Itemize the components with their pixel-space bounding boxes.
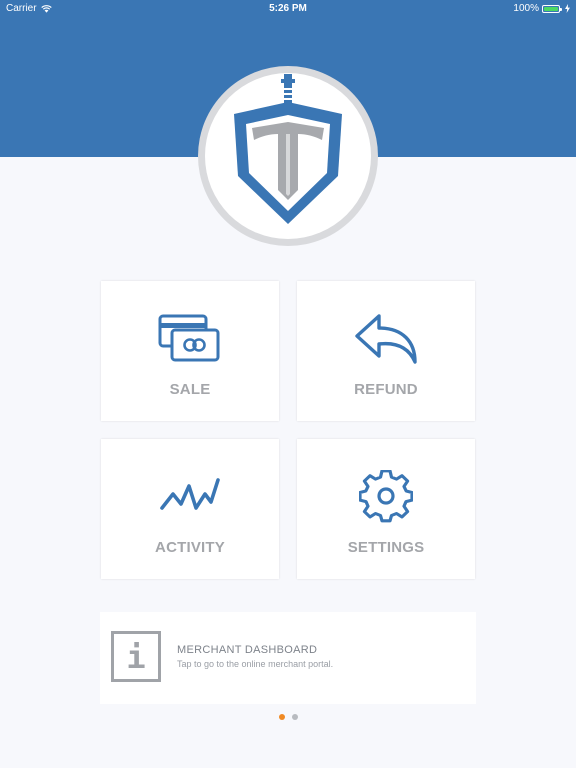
refund-label: REFUND bbox=[354, 381, 418, 398]
refund-button[interactable]: REFUND bbox=[297, 281, 475, 421]
charging-bolt-icon bbox=[565, 4, 570, 13]
sale-icon-wrap bbox=[158, 311, 222, 367]
battery-percent: 100% bbox=[513, 3, 539, 14]
credit-card-icon bbox=[158, 314, 220, 362]
activity-button[interactable]: ACTIVITY bbox=[101, 439, 279, 579]
settings-label: SETTINGS bbox=[347, 539, 425, 556]
battery-icon bbox=[542, 4, 562, 13]
activity-line-icon bbox=[160, 478, 220, 510]
refund-icon-wrap bbox=[353, 311, 419, 367]
status-time: 5:26 PM bbox=[269, 3, 307, 14]
app-logo bbox=[198, 66, 378, 246]
logo-badge bbox=[205, 73, 371, 239]
merchant-title: MERCHANT DASHBOARD bbox=[177, 644, 318, 656]
page-indicator bbox=[0, 714, 576, 720]
battery-group: 100% bbox=[513, 3, 570, 14]
merchant-subtitle: Tap to go to the online merchant portal. bbox=[177, 659, 334, 669]
settings-button[interactable]: SETTINGS bbox=[297, 439, 475, 579]
activity-icon-wrap bbox=[159, 469, 221, 525]
sale-label: SALE bbox=[169, 381, 211, 398]
page-dot-2[interactable] bbox=[291, 714, 298, 720]
info-icon: i bbox=[111, 631, 161, 682]
gear-icon bbox=[359, 470, 413, 523]
shield-sword-logo-icon bbox=[234, 74, 342, 224]
activity-label: ACTIVITY bbox=[155, 539, 225, 556]
status-bar: Carrier 5:26 PM 100% bbox=[0, 0, 576, 18]
reply-arrow-icon bbox=[355, 314, 417, 364]
page-dot-1[interactable] bbox=[278, 714, 285, 720]
settings-icon-wrap bbox=[359, 469, 413, 525]
merchant-dashboard-link[interactable]: i MERCHANT DASHBOARD Tap to go to the on… bbox=[100, 612, 476, 704]
sale-button[interactable]: SALE bbox=[101, 281, 279, 421]
